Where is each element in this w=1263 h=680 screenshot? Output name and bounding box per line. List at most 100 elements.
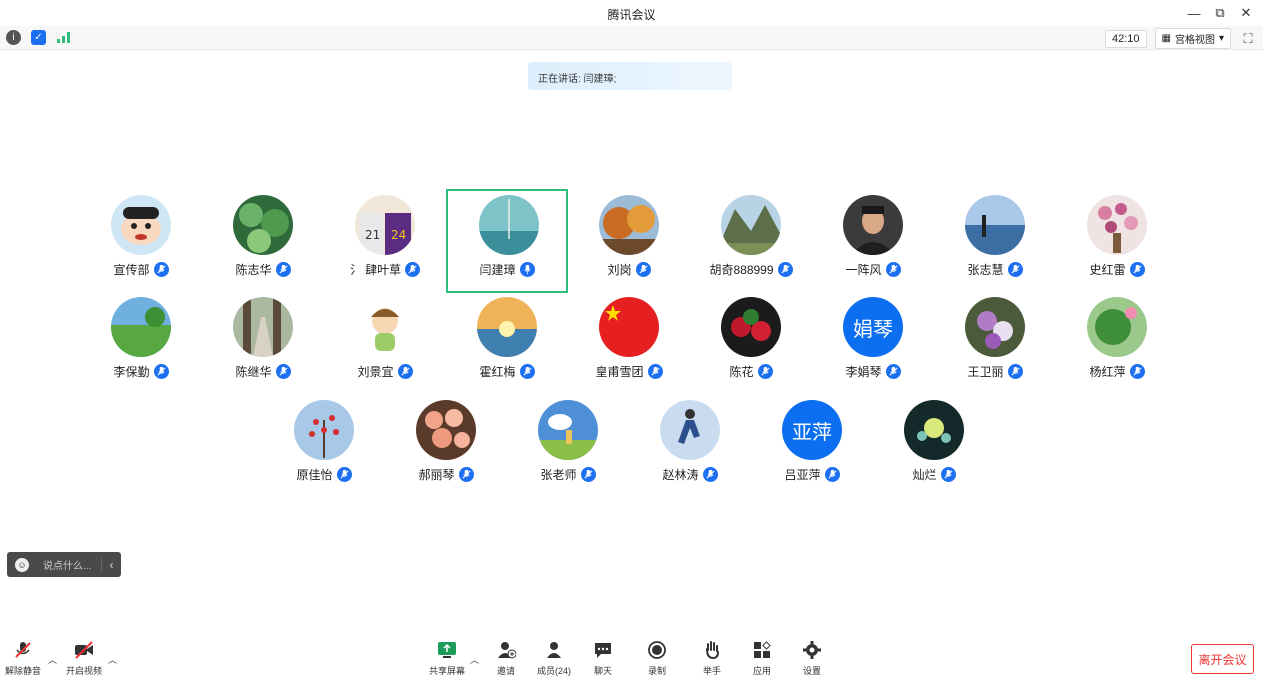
participant-tile[interactable]: 原佳怡	[263, 395, 385, 499]
participant-tile[interactable]: 胡奇888999	[690, 190, 812, 294]
avatar: 亚萍	[782, 400, 842, 460]
leave-meeting-button[interactable]: 离开会议	[1191, 644, 1254, 674]
chat-button[interactable]: 聊天	[580, 639, 626, 677]
participant-tile[interactable]: 郝丽琴	[385, 395, 507, 499]
participant-tile[interactable]: 王卫丽	[934, 292, 1056, 396]
participant-name: 陈继华	[235, 365, 272, 379]
members-icon	[543, 639, 565, 661]
participant-tile[interactable]: 陈继华	[202, 292, 324, 396]
mic-icon	[519, 364, 535, 379]
audio-options-chevron-icon[interactable]: ︿	[48, 653, 57, 666]
avatar	[1087, 297, 1147, 357]
svg-text:24: 24	[391, 228, 406, 242]
window-title: 腾讯会议	[607, 8, 656, 22]
participant-name: 闫建璋	[479, 263, 516, 277]
participant-name: 灿烂	[912, 468, 937, 482]
share-screen-label: 共享屏幕	[428, 666, 465, 676]
avatar	[233, 195, 293, 255]
participant-name: 吕亚萍	[784, 468, 821, 482]
settings-label: 设置	[802, 666, 821, 676]
participant-name: 陈志华	[235, 263, 272, 277]
raise-hand-label: 举手	[702, 666, 721, 676]
participant-name: 氵 肆叶草	[349, 263, 402, 277]
unmute-label: 解除静音	[4, 666, 41, 676]
title-bar: 腾讯会议 — ⧉ ✕	[0, 0, 1263, 26]
avatar	[965, 297, 1025, 357]
mic-icon	[757, 364, 773, 379]
avatar	[294, 400, 354, 460]
raise-hand-button[interactable]: 举手	[689, 639, 735, 677]
participant-tile[interactable]: 张志慧	[934, 190, 1056, 294]
mic-icon	[824, 467, 840, 482]
participant-tile[interactable]: 张老师	[507, 395, 629, 499]
signal-icon[interactable]	[56, 30, 71, 45]
info-icon[interactable]: i	[6, 30, 21, 45]
avatar	[538, 400, 598, 460]
participant-tile[interactable]: 史红雷	[1056, 190, 1178, 294]
mic-icon	[458, 467, 474, 482]
mic-icon	[275, 364, 291, 379]
mic-icon	[275, 262, 291, 277]
participant-tile[interactable]: 21 24 氵 肆叶草	[324, 190, 446, 294]
mic-icon	[1129, 364, 1145, 379]
participant-tile[interactable]: 刘景宜	[324, 292, 446, 396]
emoji-icon[interactable]: ☺	[15, 557, 29, 572]
hand-icon	[701, 639, 723, 661]
close-icon[interactable]: ✕	[1235, 3, 1257, 23]
avatar	[111, 195, 171, 255]
settings-button[interactable]: 设置	[789, 639, 835, 677]
share-options-chevron-icon[interactable]: ︿	[470, 653, 479, 666]
participant-row-3: 原佳怡 郝丽琴 张老师 赵林涛 亚萍 吕亚萍 灿烂	[0, 395, 1263, 495]
participant-name: 张志慧	[967, 263, 1004, 277]
invite-icon	[495, 639, 517, 661]
avatar	[111, 297, 171, 357]
record-icon	[646, 639, 668, 661]
avatar	[477, 297, 537, 357]
participant-name: 一阵风	[845, 263, 882, 277]
apps-icon	[751, 639, 773, 661]
participant-tile-active[interactable]: 闫建璋	[446, 189, 568, 293]
participant-tile[interactable]: 宣传部	[80, 190, 202, 294]
mic-icon	[1007, 262, 1023, 277]
fullscreen-icon[interactable]: ⛶	[1239, 30, 1257, 48]
participant-tile[interactable]: 赵林涛	[629, 395, 751, 499]
participant-row-2: 李保勤 陈继华 刘景宜 霍红梅 皇甫雪团 陈花 娟琴 李娟琴 王卫丽 杨红萍	[0, 292, 1263, 392]
chat-icon	[592, 639, 614, 661]
participant-tile[interactable]: 一阵风	[812, 190, 934, 294]
participant-tile[interactable]: 灿烂	[873, 395, 995, 499]
view-selector[interactable]: ▦ 宫格视图 ▾	[1154, 28, 1231, 49]
participant-name: 郝丽琴	[418, 468, 455, 482]
restore-icon[interactable]: ⧉	[1209, 3, 1231, 23]
share-screen-button[interactable]: 共享屏幕	[424, 639, 470, 677]
participant-name: 李娟琴	[845, 365, 882, 379]
start-video-button[interactable]: 开启视频	[61, 639, 107, 677]
participant-tile[interactable]: 陈花	[690, 292, 812, 396]
participant-tile[interactable]: 刘岗	[568, 190, 690, 294]
unmute-button[interactable]: 解除静音	[0, 639, 46, 677]
record-button[interactable]: 录制	[634, 639, 680, 677]
apps-button[interactable]: 应用	[739, 639, 785, 677]
chevron-left-icon[interactable]: ‹	[101, 557, 121, 572]
chat-quick-input[interactable]: ☺ 说点什么... ‹	[7, 552, 121, 577]
avatar-initials: 亚萍	[782, 400, 842, 460]
participant-row-1: 宣传部 陈志华 21 24 氵 肆叶草 闫建璋 刘岗 胡奇888999 一阵风	[0, 189, 1263, 293]
participant-name: 陈花	[729, 365, 754, 379]
participant-tile[interactable]: 陈志华	[202, 190, 324, 294]
video-options-chevron-icon[interactable]: ︿	[108, 653, 117, 666]
mic-icon	[635, 262, 651, 277]
invite-button[interactable]: 邀请	[483, 639, 529, 677]
participant-name: 霍红梅	[479, 365, 516, 379]
members-button[interactable]: 成员(24)	[531, 639, 577, 677]
shield-icon[interactable]: ✓	[31, 30, 46, 45]
chat-placeholder[interactable]: 说点什么...	[43, 557, 101, 572]
mic-icon	[647, 364, 663, 379]
participant-tile[interactable]: 李保勤	[80, 292, 202, 396]
participant-tile[interactable]: 霍红梅	[446, 292, 568, 396]
participant-tile[interactable]: 杨红萍	[1056, 292, 1178, 396]
avatar	[233, 297, 293, 357]
participant-tile[interactable]: 皇甫雪团	[568, 292, 690, 396]
minimize-icon[interactable]: —	[1183, 3, 1205, 23]
participant-tile[interactable]: 亚萍 吕亚萍	[751, 395, 873, 499]
share-screen-icon	[436, 639, 458, 661]
participant-tile[interactable]: 娟琴 李娟琴	[812, 292, 934, 396]
